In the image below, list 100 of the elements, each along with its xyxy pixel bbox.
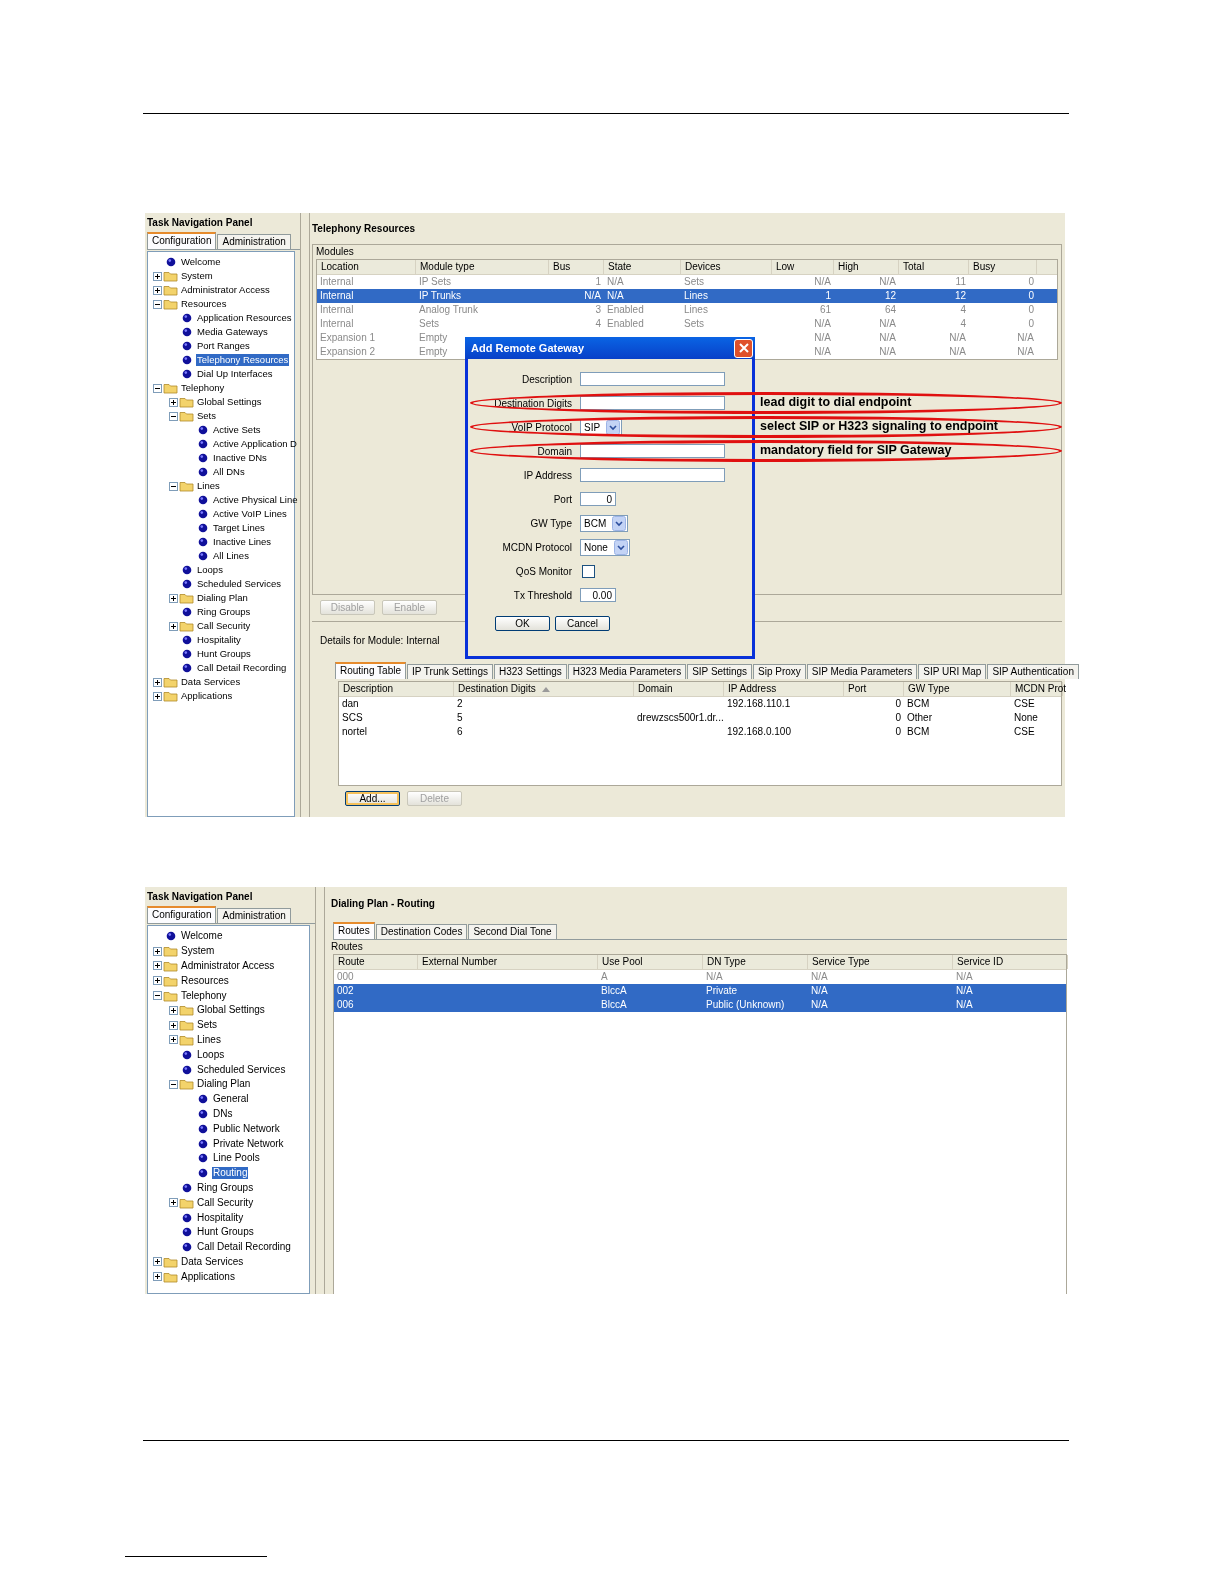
tree-item[interactable]: Telephony <box>180 382 226 394</box>
tree-item[interactable]: Target Lines <box>212 522 266 534</box>
tree-item[interactable]: Sets <box>196 1019 218 1032</box>
tree-item[interactable]: General <box>212 1093 250 1106</box>
column-header[interactable]: IP Address <box>724 682 844 696</box>
tree-item[interactable]: Welcome <box>180 930 224 943</box>
tab[interactable]: Configuration <box>147 906 217 923</box>
selected-row[interactable]: 002 BlccA Private N/A N/A <box>334 984 1066 998</box>
column-header[interactable]: Destination Digits <box>454 682 634 696</box>
plus-box-icon[interactable] <box>169 1005 178 1015</box>
tab[interactable]: Second Dial Tone <box>468 924 557 939</box>
tree-item[interactable]: Media Gateways <box>196 326 269 338</box>
minus-box-icon[interactable] <box>169 481 178 491</box>
column-header[interactable]: Route <box>334 955 418 969</box>
tree-item[interactable]: Active Sets <box>212 424 262 436</box>
tree-item[interactable]: Administrator Access <box>180 960 276 972</box>
plus-box-icon[interactable] <box>169 1198 178 1208</box>
tab[interactable]: Administration <box>217 234 291 249</box>
input-field[interactable] <box>580 372 725 386</box>
tree-item[interactable]: Routing <box>212 1167 249 1180</box>
column-header[interactable]: Low <box>772 260 834 274</box>
tree-item[interactable]: Line Pools <box>212 1152 261 1165</box>
tree-item[interactable]: System <box>180 945 216 958</box>
tree-item[interactable]: Loops <box>196 1048 226 1061</box>
tree-item[interactable]: Telephony <box>180 989 228 1002</box>
plus-box-icon[interactable] <box>153 271 162 281</box>
tree-item[interactable]: All DNs <box>212 466 246 478</box>
column-header[interactable]: External Number <box>418 955 598 969</box>
plus-box-icon[interactable] <box>169 1020 178 1030</box>
column-header[interactable]: Bus <box>549 260 604 274</box>
column-header[interactable]: Location <box>317 260 416 274</box>
tree-item[interactable]: Data Services <box>180 1255 245 1268</box>
plus-box-icon[interactable] <box>153 961 162 971</box>
plus-box-icon[interactable] <box>153 1272 162 1282</box>
tree-item[interactable]: Global Settings <box>196 396 263 408</box>
tree-item[interactable]: Data Services <box>180 676 242 688</box>
minus-box-icon[interactable] <box>169 411 178 421</box>
tree-item[interactable]: Call Detail Recording <box>196 1241 292 1254</box>
column-header[interactable]: Domain <box>634 682 724 696</box>
tree-item[interactable]: Lines <box>196 1033 222 1046</box>
column-header[interactable]: Port <box>844 682 904 696</box>
tab[interactable]: IP Trunk Settings <box>407 664 493 679</box>
input-field[interactable] <box>580 468 725 482</box>
tab[interactable]: Routing Table <box>335 662 406 679</box>
tree-item[interactable]: Welcome <box>180 256 222 268</box>
tree-item[interactable]: Ring Groups <box>196 606 252 618</box>
tab[interactable]: Configuration <box>147 232 217 249</box>
tree-item[interactable]: Inactive Lines <box>212 536 273 548</box>
tab[interactable]: H323 Media Parameters <box>567 664 687 679</box>
plus-box-icon[interactable] <box>169 1035 178 1045</box>
tree-item[interactable]: Sets <box>196 410 217 422</box>
tab[interactable]: SIP Settings <box>687 664 753 679</box>
input-field[interactable] <box>580 444 725 458</box>
tree-item[interactable]: Lines <box>196 480 221 492</box>
minus-box-icon[interactable] <box>169 1079 178 1089</box>
tree-item[interactable]: Public Network <box>212 1122 281 1135</box>
plus-box-icon[interactable] <box>153 677 162 687</box>
plus-box-icon[interactable] <box>169 621 178 631</box>
plus-box-icon[interactable] <box>153 946 162 956</box>
tree-item[interactable]: Active Physical Line <box>212 494 299 506</box>
column-header[interactable]: Service Type <box>808 955 953 969</box>
selected-row[interactable]: Internal IP Trunks N/A N/A Lines 1 12 12 0 <box>317 289 1057 303</box>
column-header[interactable]: GW Type <box>904 682 1011 696</box>
tree-item[interactable]: Resources <box>180 974 230 987</box>
column-header[interactable]: Devices <box>681 260 772 274</box>
tree-item[interactable]: Inactive DNs <box>212 452 268 464</box>
close-button[interactable] <box>734 338 753 358</box>
tab[interactable]: Routes <box>333 922 375 939</box>
tree-item[interactable]: Global Settings <box>196 1004 266 1017</box>
tab[interactable]: SIP Media Parameters <box>806 664 918 679</box>
tree-item[interactable]: Call Detail Recording <box>196 662 288 674</box>
input-field[interactable]: 0 <box>580 492 616 506</box>
tree-item[interactable]: Applications <box>180 1270 236 1283</box>
tree-item[interactable]: Dial Up Interfaces <box>196 368 274 380</box>
column-header[interactable]: Description <box>339 682 454 696</box>
tab[interactable]: Administration <box>217 908 291 923</box>
column-header[interactable]: Busy <box>969 260 1037 274</box>
tree-item[interactable]: Application Resources <box>196 312 293 324</box>
tree-item[interactable]: Hunt Groups <box>196 648 252 660</box>
selected-row[interactable]: 006 BlccA Public (Unknown) N/A N/A <box>334 998 1066 1012</box>
plus-box-icon[interactable] <box>153 691 162 701</box>
plus-box-icon[interactable] <box>169 593 178 603</box>
checkbox[interactable] <box>582 564 595 578</box>
column-header[interactable]: High <box>834 260 899 274</box>
dropdown[interactable]: BCM <box>580 514 629 532</box>
column-header[interactable]: DN Type <box>703 955 808 969</box>
tree-item[interactable]: Port Ranges <box>196 340 251 352</box>
tree-item[interactable]: Call Security <box>196 620 252 632</box>
tree-item[interactable]: Applications <box>180 690 234 702</box>
column-header[interactable]: State <box>604 260 681 274</box>
tree-item[interactable]: All Lines <box>212 550 250 562</box>
tree-item[interactable]: System <box>180 270 214 282</box>
tab[interactable]: SIP Authentication <box>987 664 1079 679</box>
tree-item[interactable]: Administrator Access <box>180 284 271 296</box>
dropdown[interactable]: None <box>580 538 630 556</box>
tab[interactable]: Sip Proxy <box>753 664 806 679</box>
tree-item[interactable]: Hospitality <box>196 634 242 646</box>
tree-item[interactable]: Hospitality <box>196 1211 245 1224</box>
tab[interactable]: Destination Codes <box>375 924 468 939</box>
column-header[interactable]: Total <box>899 260 969 274</box>
